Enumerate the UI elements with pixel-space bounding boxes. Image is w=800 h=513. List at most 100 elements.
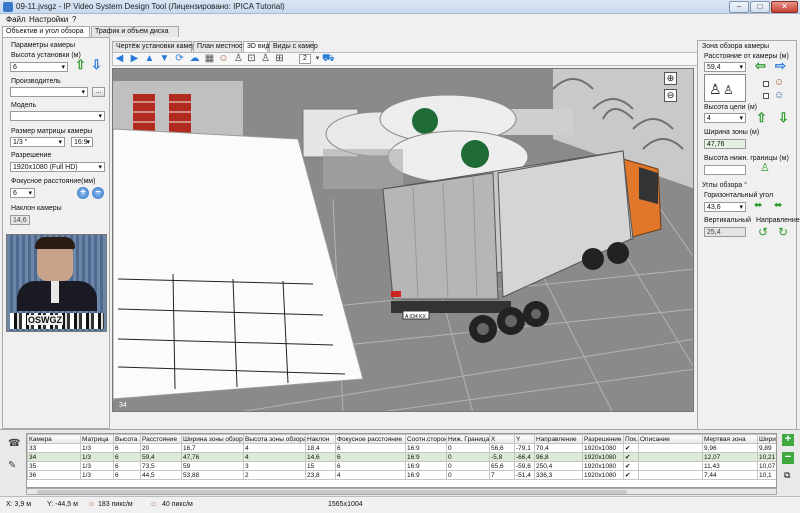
table-cell[interactable]: 7 xyxy=(489,470,515,480)
table-cell[interactable]: -66,4 xyxy=(514,452,535,462)
count-select[interactable]: 2 xyxy=(299,54,311,64)
table-cell[interactable]: 6 xyxy=(113,452,141,462)
rotate-left-icon[interactable]: ↺ xyxy=(758,225,768,239)
table-cell[interactable]: 20 xyxy=(140,443,182,453)
distance-left-icon[interactable]: ⇦ xyxy=(755,59,766,72)
resolution-select[interactable]: 1920x1080 (Full HD) xyxy=(10,162,105,172)
figure-checkbox-1[interactable] xyxy=(763,81,769,87)
table-cell[interactable]: 16:9 xyxy=(405,443,447,453)
table-row[interactable]: 35 1/3 6 73,5 59 3 15 6 16:9 0 65,6 -59,6 250,4 1920x… xyxy=(27,461,776,471)
table-cell[interactable]: 16,7 xyxy=(181,443,244,453)
table-cell[interactable]: 16:9 xyxy=(405,452,447,462)
figure-small-icon[interactable]: ♙ xyxy=(260,53,271,64)
copy-camera-icon[interactable]: ⧉ xyxy=(784,470,790,481)
table-cell[interactable]: 70,4 xyxy=(534,443,583,453)
column-header[interactable]: Разрешение xyxy=(582,434,624,444)
nav-up-icon[interactable]: ▲ xyxy=(144,53,155,64)
table-cell[interactable]: 56,6 xyxy=(489,443,515,453)
table-cell[interactable]: 4 xyxy=(243,443,306,453)
column-header[interactable]: Ширина зоны обзора xyxy=(181,434,244,444)
table-cell[interactable]: 10,1 xyxy=(757,470,776,480)
target-height-select[interactable]: 4 xyxy=(704,113,746,123)
table-row[interactable]: 34 1/3 6 59,4 47,76 4 14,6 6 16:9 0 -5,8 -66,4 96,8 1… xyxy=(27,452,776,462)
table-cell[interactable]: 1/3 xyxy=(80,443,114,453)
close-button[interactable]: ✕ xyxy=(771,1,798,13)
column-header[interactable]: Мертвая зона xyxy=(702,434,758,444)
zoom-out-focal-icon[interactable]: − xyxy=(92,187,104,199)
tab-camera-views[interactable]: Виды с камер xyxy=(269,41,318,52)
table-cell[interactable]: 6 xyxy=(113,443,141,453)
maximize-button[interactable]: □ xyxy=(750,1,770,13)
table-cell[interactable]: 6 xyxy=(335,452,406,462)
table-cell[interactable] xyxy=(638,470,703,480)
distance-select[interactable]: 59,4 xyxy=(704,62,746,72)
grid-icon[interactable]: ▦ xyxy=(204,53,215,64)
table-cell[interactable]: 250,4 xyxy=(534,461,583,471)
table-cell[interactable]: 65,6 xyxy=(489,461,515,471)
table-cell[interactable]: ✔ xyxy=(623,443,639,453)
horizontal-select[interactable]: 43,6 xyxy=(704,202,746,212)
height-up-icon[interactable]: ⇧ xyxy=(75,58,86,71)
table-cell[interactable]: 6 xyxy=(113,470,141,480)
table-hscrollbar[interactable] xyxy=(26,488,777,495)
table-cell[interactable] xyxy=(638,443,703,453)
table-cell[interactable]: 0 xyxy=(446,452,490,462)
3d-viewport[interactable]: A 034 KX 34 xyxy=(112,68,694,412)
table-cell[interactable]: 10,21 xyxy=(757,452,776,462)
h-wide-icon[interactable]: ⬌ xyxy=(774,200,782,211)
maker-browse-button[interactable]: ... xyxy=(92,87,105,97)
table-cell[interactable]: 336,3 xyxy=(534,470,583,480)
table-cell[interactable]: 9,96 xyxy=(702,443,758,453)
table-cell[interactable]: 16:9 xyxy=(405,470,447,480)
table-cell[interactable]: 11,43 xyxy=(702,461,758,471)
add-camera-icon[interactable]: + xyxy=(782,434,794,446)
table-cell[interactable]: 4 xyxy=(243,452,306,462)
column-header[interactable]: Описание xyxy=(638,434,703,444)
table-cell[interactable]: ✔ xyxy=(623,461,639,471)
column-header[interactable]: Ширина xyxy=(757,434,776,444)
target-up-icon[interactable]: ⇧ xyxy=(756,111,767,124)
table-cell[interactable]: 1920x1080 xyxy=(582,470,624,480)
table-cell[interactable]: 96,8 xyxy=(534,452,583,462)
table-row[interactable]: 36 1/3 6 44,5 53,88 2 23,8 4 16:9 0 7 -51,4 336,3 192… xyxy=(27,470,776,480)
cloud-icon[interactable]: ☁ xyxy=(189,53,200,64)
rotate-right-icon[interactable]: ↻ xyxy=(778,225,788,239)
camera-frame-icon[interactable]: ⊞ xyxy=(274,53,285,64)
table-cell[interactable]: 35 xyxy=(27,461,81,471)
table-cell[interactable]: 23,8 xyxy=(305,470,336,480)
aspect-select[interactable]: 16:9 xyxy=(71,137,93,147)
table-cell[interactable]: 18,4 xyxy=(305,443,336,453)
person-icon[interactable]: ☺ xyxy=(218,53,229,64)
zoom-out-icon[interactable]: ⊖ xyxy=(664,89,677,102)
table-cell[interactable]: 36 xyxy=(27,470,81,480)
table-cell[interactable]: 9,89 xyxy=(757,443,776,453)
truck-icon[interactable]: ⛟ xyxy=(322,53,335,64)
column-header[interactable]: Расстояние xyxy=(140,434,182,444)
figure-icon[interactable]: ♙ xyxy=(233,53,244,64)
table-cell[interactable]: 6 xyxy=(113,461,141,471)
zoom-in-focal-icon[interactable]: + xyxy=(77,187,89,199)
table-cell[interactable]: -51,4 xyxy=(514,470,535,480)
table-cell[interactable]: 1/3 xyxy=(80,452,114,462)
sensor-select[interactable]: 1/3 " xyxy=(10,137,65,147)
distance-right-icon[interactable]: ⇨ xyxy=(775,59,786,72)
model-select[interactable] xyxy=(10,111,105,121)
h-narrow-icon[interactable]: ⬌ xyxy=(754,200,762,211)
table-cell[interactable]: 4 xyxy=(335,470,406,480)
focal-select[interactable]: 6 xyxy=(10,188,35,198)
table-cell[interactable]: -5,8 xyxy=(489,452,515,462)
height-down-icon[interactable]: ⇩ xyxy=(91,58,102,71)
tab-3d-view[interactable]: 3D вид xyxy=(243,41,270,52)
table-cell[interactable] xyxy=(638,452,703,462)
table-cell[interactable]: -79,1 xyxy=(514,443,535,453)
table-cell[interactable]: 16:9 xyxy=(405,461,447,471)
column-header[interactable]: Камера xyxy=(27,434,81,444)
table-cell[interactable]: 7,44 xyxy=(702,470,758,480)
table-cell[interactable]: 59,4 xyxy=(140,452,182,462)
minimize-button[interactable]: – xyxy=(729,1,749,13)
table-cell[interactable]: 73,5 xyxy=(140,461,182,471)
tab-install-drawing[interactable]: Чертёж установки камеры xyxy=(112,41,201,52)
table-row[interactable]: 33 1/3 6 20 16,7 4 18,4 6 16:9 0 56,6 -79,1 70,4 1920… xyxy=(27,443,776,453)
column-header[interactable]: Матрица xyxy=(80,434,114,444)
column-header[interactable]: Наклон xyxy=(305,434,336,444)
